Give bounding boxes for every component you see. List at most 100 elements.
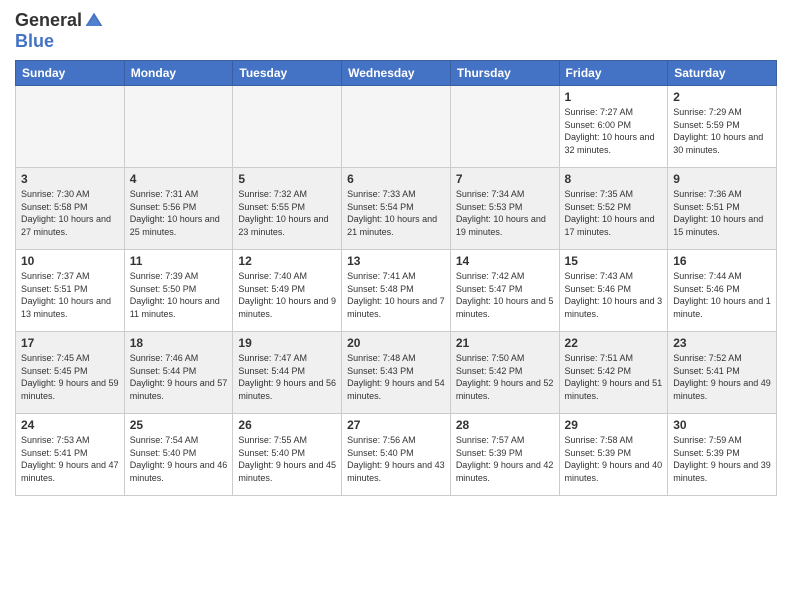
calendar-day-cell xyxy=(124,86,233,168)
day-info: Sunrise: 7:45 AM Sunset: 5:45 PM Dayligh… xyxy=(21,352,119,402)
day-info: Sunrise: 7:39 AM Sunset: 5:50 PM Dayligh… xyxy=(130,270,228,320)
logo-icon xyxy=(84,11,104,31)
calendar-day-cell xyxy=(342,86,451,168)
calendar-day-cell: 6Sunrise: 7:33 AM Sunset: 5:54 PM Daylig… xyxy=(342,168,451,250)
day-number: 1 xyxy=(565,90,663,104)
day-info: Sunrise: 7:41 AM Sunset: 5:48 PM Dayligh… xyxy=(347,270,445,320)
logo: General Blue xyxy=(15,10,104,52)
calendar-week-row: 10 Sunrise: 7:37 AM Sunset: 5:51 PM Dayli… xyxy=(16,250,777,332)
calendar-day-cell: 15Sunrise: 7:43 AM Sunset: 5:46 PM Dayli… xyxy=(559,250,668,332)
calendar-header-cell: Thursday xyxy=(450,61,559,86)
calendar-day-cell: 28 Sunrise: 7:57 AM Sunset: 5:39 PM Dayli… xyxy=(450,414,559,496)
calendar-day-cell: 8 Sunrise: 7:35 AM Sunset: 5:52 PM Daylig… xyxy=(559,168,668,250)
calendar-day-cell xyxy=(450,86,559,168)
calendar-day-cell: 7 Sunrise: 7:34 AM Sunset: 5:53 PM Daylig… xyxy=(450,168,559,250)
calendar-week-row: 24 Sunrise: 7:53 AM Sunset: 5:41 PM Dayli… xyxy=(16,414,777,496)
day-number: 28 xyxy=(456,418,554,432)
calendar-day-cell: 11 Sunrise: 7:39 AM Sunset: 5:50 PM Dayli… xyxy=(124,250,233,332)
calendar-day-cell: 29 Sunrise: 7:58 AM Sunset: 5:39 PM Dayli… xyxy=(559,414,668,496)
calendar-day-cell: 20 Sunrise: 7:48 AM Sunset: 5:43 PM Dayli… xyxy=(342,332,451,414)
calendar-day-cell: 21 Sunrise: 7:50 AM Sunset: 5:42 PM Dayli… xyxy=(450,332,559,414)
day-number: 8 xyxy=(565,172,663,186)
day-info: Sunrise: 7:36 AM Sunset: 5:51 PM Dayligh… xyxy=(673,188,771,238)
day-info: Sunrise: 7:54 AM Sunset: 5:40 PM Dayligh… xyxy=(130,434,228,484)
day-info: Sunrise: 7:47 AM Sunset: 5:44 PM Dayligh… xyxy=(238,352,336,402)
day-number: 18 xyxy=(130,336,228,350)
day-info: Sunrise: 7:43 AM Sunset: 5:46 PM Dayligh… xyxy=(565,270,663,320)
day-info: Sunrise: 7:30 AM Sunset: 5:58 PM Dayligh… xyxy=(21,188,119,238)
day-info: Sunrise: 7:27 AM Sunset: 6:00 PM Dayligh… xyxy=(565,106,663,156)
day-info: Sunrise: 7:58 AM Sunset: 5:39 PM Dayligh… xyxy=(565,434,663,484)
calendar-day-cell: 23Sunrise: 7:52 AM Sunset: 5:41 PM Dayli… xyxy=(668,332,777,414)
calendar-day-cell: 13 Sunrise: 7:41 AM Sunset: 5:48 PM Dayli… xyxy=(342,250,451,332)
day-number: 2 xyxy=(673,90,771,104)
calendar-day-cell: 3 Sunrise: 7:30 AM Sunset: 5:58 PM Daylig… xyxy=(16,168,125,250)
day-number: 16 xyxy=(673,254,771,268)
day-info: Sunrise: 7:32 AM Sunset: 5:55 PM Dayligh… xyxy=(238,188,336,238)
logo-general-text: General xyxy=(15,10,82,31)
calendar-day-cell: 5Sunrise: 7:32 AM Sunset: 5:55 PM Daylig… xyxy=(233,168,342,250)
day-number: 27 xyxy=(347,418,445,432)
calendar-day-cell: 12Sunrise: 7:40 AM Sunset: 5:49 PM Dayli… xyxy=(233,250,342,332)
day-number: 4 xyxy=(130,172,228,186)
day-info: Sunrise: 7:48 AM Sunset: 5:43 PM Dayligh… xyxy=(347,352,445,402)
calendar-header-cell: Sunday xyxy=(16,61,125,86)
day-number: 3 xyxy=(21,172,119,186)
calendar-day-cell: 18 Sunrise: 7:46 AM Sunset: 5:44 PM Dayli… xyxy=(124,332,233,414)
day-info: Sunrise: 7:51 AM Sunset: 5:42 PM Dayligh… xyxy=(565,352,663,402)
day-number: 10 xyxy=(21,254,119,268)
day-info: Sunrise: 7:55 AM Sunset: 5:40 PM Dayligh… xyxy=(238,434,336,484)
calendar-day-cell: 1 Sunrise: 7:27 AM Sunset: 6:00 PM Daylig… xyxy=(559,86,668,168)
day-number: 23 xyxy=(673,336,771,350)
calendar-day-cell xyxy=(16,86,125,168)
page: General Blue SundayMondayTuesdayWednesda… xyxy=(0,0,792,612)
day-info: Sunrise: 7:29 AM Sunset: 5:59 PM Dayligh… xyxy=(673,106,771,156)
calendar-header-cell: Tuesday xyxy=(233,61,342,86)
calendar-day-cell: 30 Sunrise: 7:59 AM Sunset: 5:39 PM Dayli… xyxy=(668,414,777,496)
day-info: Sunrise: 7:33 AM Sunset: 5:54 PM Dayligh… xyxy=(347,188,445,238)
day-number: 12 xyxy=(238,254,336,268)
day-info: Sunrise: 7:53 AM Sunset: 5:41 PM Dayligh… xyxy=(21,434,119,484)
day-info: Sunrise: 7:56 AM Sunset: 5:40 PM Dayligh… xyxy=(347,434,445,484)
calendar-header-cell: Wednesday xyxy=(342,61,451,86)
day-number: 30 xyxy=(673,418,771,432)
day-info: Sunrise: 7:59 AM Sunset: 5:39 PM Dayligh… xyxy=(673,434,771,484)
calendar-day-cell: 14Sunrise: 7:42 AM Sunset: 5:47 PM Dayli… xyxy=(450,250,559,332)
calendar-header-cell: Monday xyxy=(124,61,233,86)
day-info: Sunrise: 7:34 AM Sunset: 5:53 PM Dayligh… xyxy=(456,188,554,238)
day-number: 21 xyxy=(456,336,554,350)
day-number: 7 xyxy=(456,172,554,186)
calendar-day-cell xyxy=(233,86,342,168)
day-number: 9 xyxy=(673,172,771,186)
calendar-day-cell: 25 Sunrise: 7:54 AM Sunset: 5:40 PM Dayli… xyxy=(124,414,233,496)
calendar-day-cell: 24 Sunrise: 7:53 AM Sunset: 5:41 PM Dayli… xyxy=(16,414,125,496)
calendar-day-cell: 22 Sunrise: 7:51 AM Sunset: 5:42 PM Dayli… xyxy=(559,332,668,414)
logo-blue-text: Blue xyxy=(15,31,54,52)
calendar-week-row: 1 Sunrise: 7:27 AM Sunset: 6:00 PM Daylig… xyxy=(16,86,777,168)
day-number: 25 xyxy=(130,418,228,432)
day-number: 26 xyxy=(238,418,336,432)
calendar-header-row: SundayMondayTuesdayWednesdayThursdayFrid… xyxy=(16,61,777,86)
calendar-day-cell: 17 Sunrise: 7:45 AM Sunset: 5:45 PM Dayli… xyxy=(16,332,125,414)
day-info: Sunrise: 7:46 AM Sunset: 5:44 PM Dayligh… xyxy=(130,352,228,402)
day-number: 17 xyxy=(21,336,119,350)
calendar-day-cell: 10 Sunrise: 7:37 AM Sunset: 5:51 PM Dayli… xyxy=(16,250,125,332)
day-info: Sunrise: 7:50 AM Sunset: 5:42 PM Dayligh… xyxy=(456,352,554,402)
calendar-day-cell: 2 Sunrise: 7:29 AM Sunset: 5:59 PM Daylig… xyxy=(668,86,777,168)
day-number: 11 xyxy=(130,254,228,268)
day-info: Sunrise: 7:57 AM Sunset: 5:39 PM Dayligh… xyxy=(456,434,554,484)
calendar-day-cell: 16 Sunrise: 7:44 AM Sunset: 5:46 PM Dayli… xyxy=(668,250,777,332)
day-info: Sunrise: 7:44 AM Sunset: 5:46 PM Dayligh… xyxy=(673,270,771,320)
header: General Blue xyxy=(15,10,777,52)
calendar-day-cell: 4Sunrise: 7:31 AM Sunset: 5:56 PM Daylig… xyxy=(124,168,233,250)
calendar-header-cell: Saturday xyxy=(668,61,777,86)
day-info: Sunrise: 7:37 AM Sunset: 5:51 PM Dayligh… xyxy=(21,270,119,320)
day-number: 22 xyxy=(565,336,663,350)
day-number: 29 xyxy=(565,418,663,432)
day-info: Sunrise: 7:42 AM Sunset: 5:47 PM Dayligh… xyxy=(456,270,554,320)
day-info: Sunrise: 7:35 AM Sunset: 5:52 PM Dayligh… xyxy=(565,188,663,238)
day-number: 24 xyxy=(21,418,119,432)
calendar-day-cell: 26 Sunrise: 7:55 AM Sunset: 5:40 PM Dayli… xyxy=(233,414,342,496)
day-number: 13 xyxy=(347,254,445,268)
day-number: 20 xyxy=(347,336,445,350)
